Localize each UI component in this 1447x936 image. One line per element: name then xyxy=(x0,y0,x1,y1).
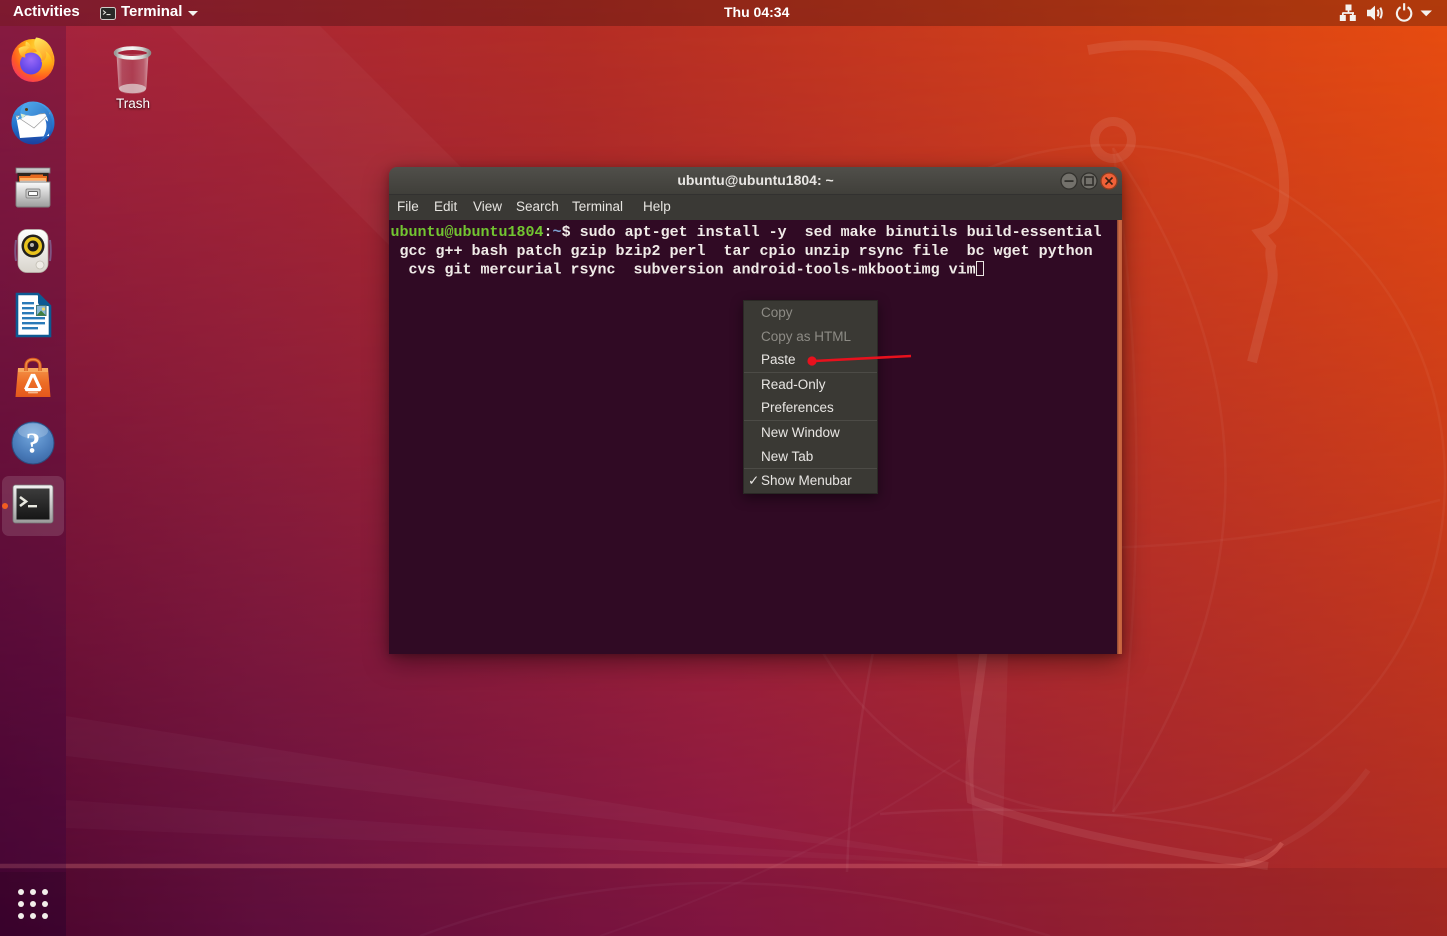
svg-text:?: ? xyxy=(26,428,41,460)
